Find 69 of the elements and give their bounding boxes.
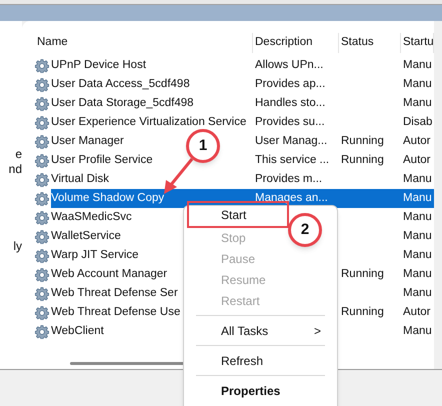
gear-icon bbox=[35, 96, 49, 110]
pane-text: e bbox=[15, 147, 22, 162]
table-cell: Manages an... bbox=[255, 192, 328, 204]
table-cell: Running bbox=[341, 306, 384, 318]
table-cell: Manu bbox=[403, 268, 432, 280]
service-name[interactable]: Warp JIT Service bbox=[51, 246, 139, 265]
service-name[interactable]: User Data Storage_5cdf498 bbox=[51, 94, 194, 113]
service-name[interactable]: User Data Access_5cdf498 bbox=[51, 75, 190, 94]
table-cell: Disab bbox=[403, 116, 432, 128]
submenu-arrow: > bbox=[314, 322, 321, 340]
table-cell: Manu bbox=[403, 324, 432, 337]
table-cell: Manu bbox=[403, 192, 432, 204]
service-name[interactable]: User Profile Service bbox=[51, 151, 153, 170]
table-cell: Provides ap... bbox=[255, 78, 326, 90]
gear-icon bbox=[35, 172, 49, 186]
service-name[interactable]: WebClient bbox=[51, 322, 104, 341]
column-header[interactable]: Startu bbox=[401, 33, 434, 53]
service-name[interactable]: Web Threat Defense Ser bbox=[51, 284, 178, 303]
table-cell: Handles sto... bbox=[255, 96, 326, 109]
table-cell: Manu bbox=[403, 96, 432, 109]
service-name[interactable]: Web Threat Defense Use bbox=[51, 303, 180, 322]
pane-text: ly bbox=[13, 239, 22, 254]
gear-icon bbox=[35, 306, 49, 320]
menu-item[interactable]: Properties bbox=[188, 380, 288, 401]
gear-icon bbox=[35, 192, 49, 206]
table-cell: Running bbox=[341, 134, 384, 147]
menu-item[interactable]: Start bbox=[187, 201, 289, 228]
gear-icon bbox=[35, 286, 49, 300]
gear-icon bbox=[35, 58, 49, 72]
service-name[interactable]: WalletService bbox=[51, 227, 121, 246]
table-cell: User Manag... bbox=[255, 134, 328, 147]
service-name[interactable]: User Experience Virtualization Service bbox=[51, 113, 246, 132]
table-cell: Autor bbox=[403, 154, 430, 166]
gear-icon bbox=[35, 324, 49, 338]
table-cell: This service ... bbox=[255, 154, 330, 166]
table-cell: Manu bbox=[403, 210, 432, 223]
gear-icon bbox=[35, 116, 49, 130]
table-cell: Manu bbox=[403, 230, 432, 242]
gear-icon bbox=[35, 154, 49, 168]
service-name[interactable]: Volume Shadow Copy bbox=[51, 189, 253, 208]
column-header[interactable]: Name bbox=[35, 33, 253, 53]
table-cell: Manu bbox=[403, 172, 432, 185]
table-cell: Manu bbox=[403, 58, 432, 71]
gear-icon bbox=[35, 210, 49, 224]
table-cell: Autor bbox=[403, 134, 430, 147]
service-name[interactable]: WaaSMedicSvc bbox=[51, 208, 132, 227]
menu-item[interactable]: Refresh bbox=[188, 350, 272, 371]
column-header[interactable]: Description bbox=[253, 33, 339, 53]
service-name[interactable]: Web Account Manager bbox=[51, 265, 168, 284]
pane-text: nd bbox=[8, 162, 22, 177]
gear-icon bbox=[35, 78, 49, 92]
table-cell: Manu bbox=[403, 286, 432, 299]
menu-item[interactable]: All Tasks > bbox=[188, 320, 333, 341]
table-cell: Manu bbox=[403, 248, 432, 261]
table-cell: Provides m... bbox=[255, 172, 322, 185]
table-cell: Manu bbox=[403, 78, 432, 90]
service-name[interactable]: Virtual Disk bbox=[51, 170, 109, 189]
gear-icon bbox=[35, 268, 49, 282]
gear-icon bbox=[35, 134, 49, 148]
gear-icon bbox=[35, 248, 49, 262]
table-cell: Provides su... bbox=[255, 116, 325, 128]
table-cell: Allows UPn... bbox=[255, 58, 324, 71]
gear-icon bbox=[35, 230, 49, 244]
service-name[interactable]: User Manager bbox=[51, 132, 124, 151]
table-cell: Autor bbox=[403, 306, 430, 318]
table-cell: Running bbox=[341, 268, 384, 280]
service-name[interactable]: UPnP Device Host bbox=[51, 56, 146, 75]
column-header[interactable]: Status bbox=[339, 33, 401, 53]
table-cell: Running bbox=[341, 154, 384, 166]
